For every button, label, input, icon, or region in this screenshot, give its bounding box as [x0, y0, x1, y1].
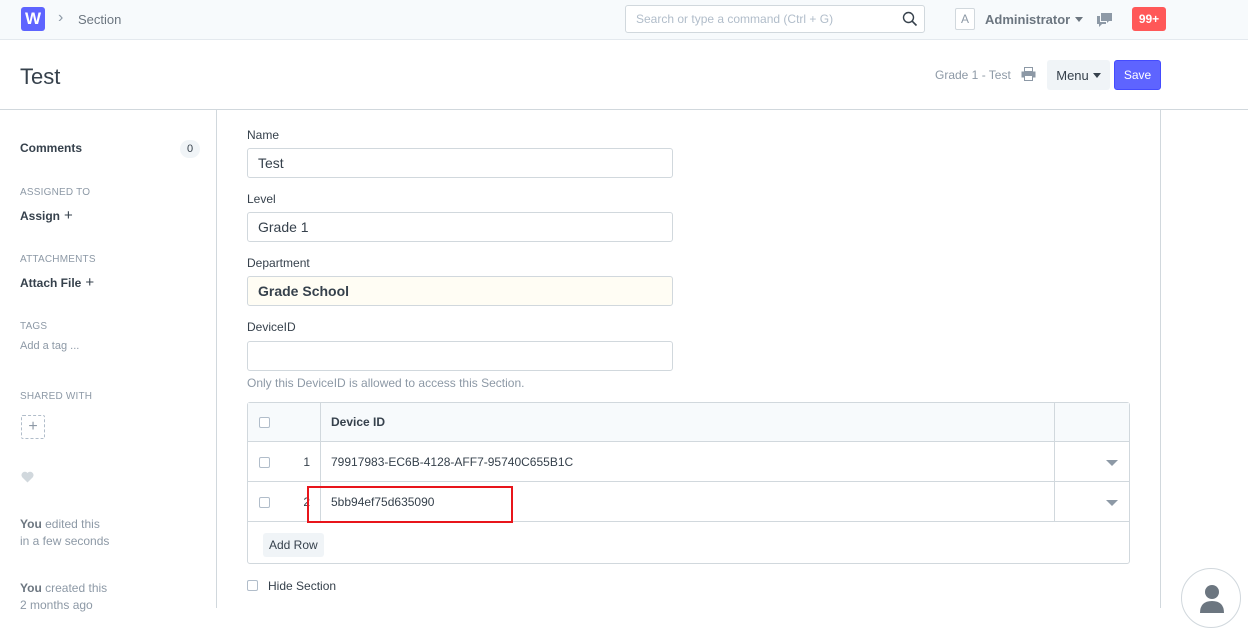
- device-id-column-header: Device ID: [331, 415, 386, 429]
- print-icon[interactable]: [1021, 67, 1036, 81]
- activity-action: edited this: [45, 517, 100, 531]
- page-header: Test Grade 1 - Test Menu Save: [0, 40, 1248, 110]
- search-box[interactable]: [625, 5, 925, 33]
- activity-time: 2 months ago: [20, 598, 93, 612]
- activity-item: You created this 2 months ago: [20, 580, 107, 614]
- activity-user: You: [20, 581, 42, 595]
- shared-with-heading: SHARED WITH: [20, 391, 93, 402]
- device-id-cell[interactable]: 79917983-EC6B-4128-AFF7-95740C655B1C: [331, 455, 573, 469]
- activity-time: in a few seconds: [20, 534, 110, 548]
- table-header: Device ID: [248, 403, 1129, 442]
- form-body: Name Test Level Grade 1 Department Grade…: [217, 110, 1161, 608]
- app-logo[interactable]: W: [21, 7, 45, 31]
- column-divider: [1054, 403, 1055, 522]
- row-index: 1: [303, 455, 310, 469]
- attach-file-label: Attach File: [20, 276, 82, 290]
- attachments-heading: ATTACHMENTS: [20, 254, 96, 265]
- assigned-to-heading: ASSIGNED TO: [20, 187, 91, 198]
- search-input[interactable]: [626, 6, 896, 32]
- deviceid-label: DeviceID: [247, 320, 296, 334]
- department-label: Department: [247, 256, 310, 270]
- deviceid-input[interactable]: [247, 341, 673, 371]
- table-row[interactable]: 1 79917983-EC6B-4128-AFF7-95740C655B1C: [248, 442, 1129, 482]
- deviceid-description: Only this DeviceID is allowed to access …: [247, 376, 525, 390]
- breadcrumb-section-link[interactable]: Section: [78, 12, 121, 27]
- plus-icon: +: [28, 418, 38, 435]
- level-input[interactable]: Grade 1: [247, 212, 673, 242]
- activity-user: You: [20, 517, 42, 531]
- breadcrumb-chevron-icon: ›: [58, 9, 64, 26]
- user-silhouette-icon: [1200, 585, 1224, 613]
- chat-icon[interactable]: [1096, 12, 1114, 28]
- tags-heading: TAGS: [20, 321, 48, 332]
- attach-file-link[interactable]: Attach File +: [20, 274, 94, 291]
- row-checkbox[interactable]: [259, 457, 270, 468]
- heart-icon[interactable]: [21, 471, 34, 483]
- chevron-down-icon: [1075, 17, 1084, 22]
- add-tag-link[interactable]: Add a tag ...: [20, 340, 79, 352]
- user-menu[interactable]: Administrator: [985, 12, 1084, 27]
- name-label: Name: [247, 128, 280, 142]
- page-title: Test: [20, 64, 61, 89]
- assign-link-label: Assign: [20, 209, 61, 223]
- plus-icon: +: [85, 274, 95, 291]
- row-expand-icon[interactable]: [1106, 460, 1118, 466]
- menu-button-label: Menu: [1056, 67, 1089, 83]
- doc-indicator: Grade 1 - Test: [935, 68, 1011, 82]
- device-id-table: Device ID 1 79917983-EC6B-4128-AFF7-9574…: [247, 402, 1130, 564]
- assign-link[interactable]: Assign +: [20, 207, 73, 224]
- chevron-down-icon: [1092, 72, 1101, 78]
- notifications-badge[interactable]: 99+: [1132, 7, 1166, 31]
- comments-link[interactable]: Comments: [20, 141, 82, 155]
- user-avatar[interactable]: A: [955, 8, 975, 30]
- row-expand-icon[interactable]: [1106, 500, 1118, 506]
- activity-item: You edited this in a few seconds: [20, 516, 109, 550]
- save-button[interactable]: Save: [1114, 60, 1161, 90]
- name-input[interactable]: Test: [247, 148, 673, 178]
- add-share-button[interactable]: +: [21, 415, 45, 439]
- user-name: Administrator: [985, 12, 1071, 27]
- row-checkbox[interactable]: [259, 497, 270, 508]
- highlight-annotation-box: [307, 486, 513, 523]
- navbar: W › Section A Administrator 99+: [0, 0, 1248, 40]
- form-sidebar: Comments 0 ASSIGNED TO Assign + ATTACHMEN…: [0, 110, 217, 612]
- help-chat-button[interactable]: [1181, 568, 1241, 628]
- hide-section-label: Hide Section: [268, 579, 337, 593]
- hide-section-checkbox[interactable]: [247, 580, 258, 591]
- add-row-button[interactable]: Add Row: [263, 533, 324, 557]
- search-icon[interactable]: [902, 11, 918, 27]
- activity-action: created this: [45, 581, 108, 595]
- plus-icon: +: [64, 207, 73, 224]
- comments-count-badge: 0: [180, 140, 200, 158]
- department-input[interactable]: Grade School: [247, 276, 673, 306]
- menu-button[interactable]: Menu: [1047, 60, 1110, 90]
- select-all-checkbox[interactable]: [259, 417, 270, 428]
- level-label: Level: [247, 192, 276, 206]
